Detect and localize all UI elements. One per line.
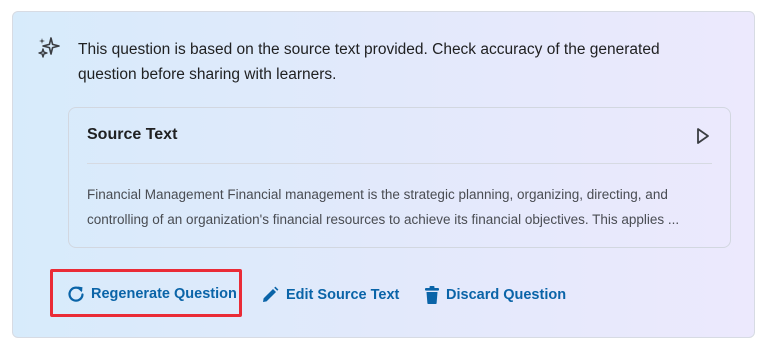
generation-notice: This question is based on the source tex… bbox=[78, 41, 660, 83]
discard-question-button[interactable]: Discard Question bbox=[424, 285, 566, 305]
source-text-title: Source Text bbox=[87, 126, 178, 143]
trash-icon bbox=[425, 286, 439, 304]
discard-question-label: Discard Question bbox=[446, 287, 567, 303]
source-text-body: Financial Management Financial managemen… bbox=[87, 187, 680, 227]
triangle-right-icon[interactable] bbox=[696, 127, 710, 145]
regenerate-question-label: Regenerate Question bbox=[91, 286, 237, 302]
edit-source-text-button[interactable]: Edit Source Text bbox=[260, 285, 399, 305]
divider bbox=[87, 163, 712, 164]
regenerate-question-button[interactable]: Regenerate Question bbox=[67, 285, 237, 303]
source-text-panel: Source Text Financial Management Financi… bbox=[68, 107, 731, 248]
refresh-icon bbox=[68, 286, 84, 302]
edit-source-text-label: Edit Source Text bbox=[286, 287, 400, 303]
sparkle-icon bbox=[38, 37, 60, 58]
pencil-icon bbox=[263, 286, 279, 302]
